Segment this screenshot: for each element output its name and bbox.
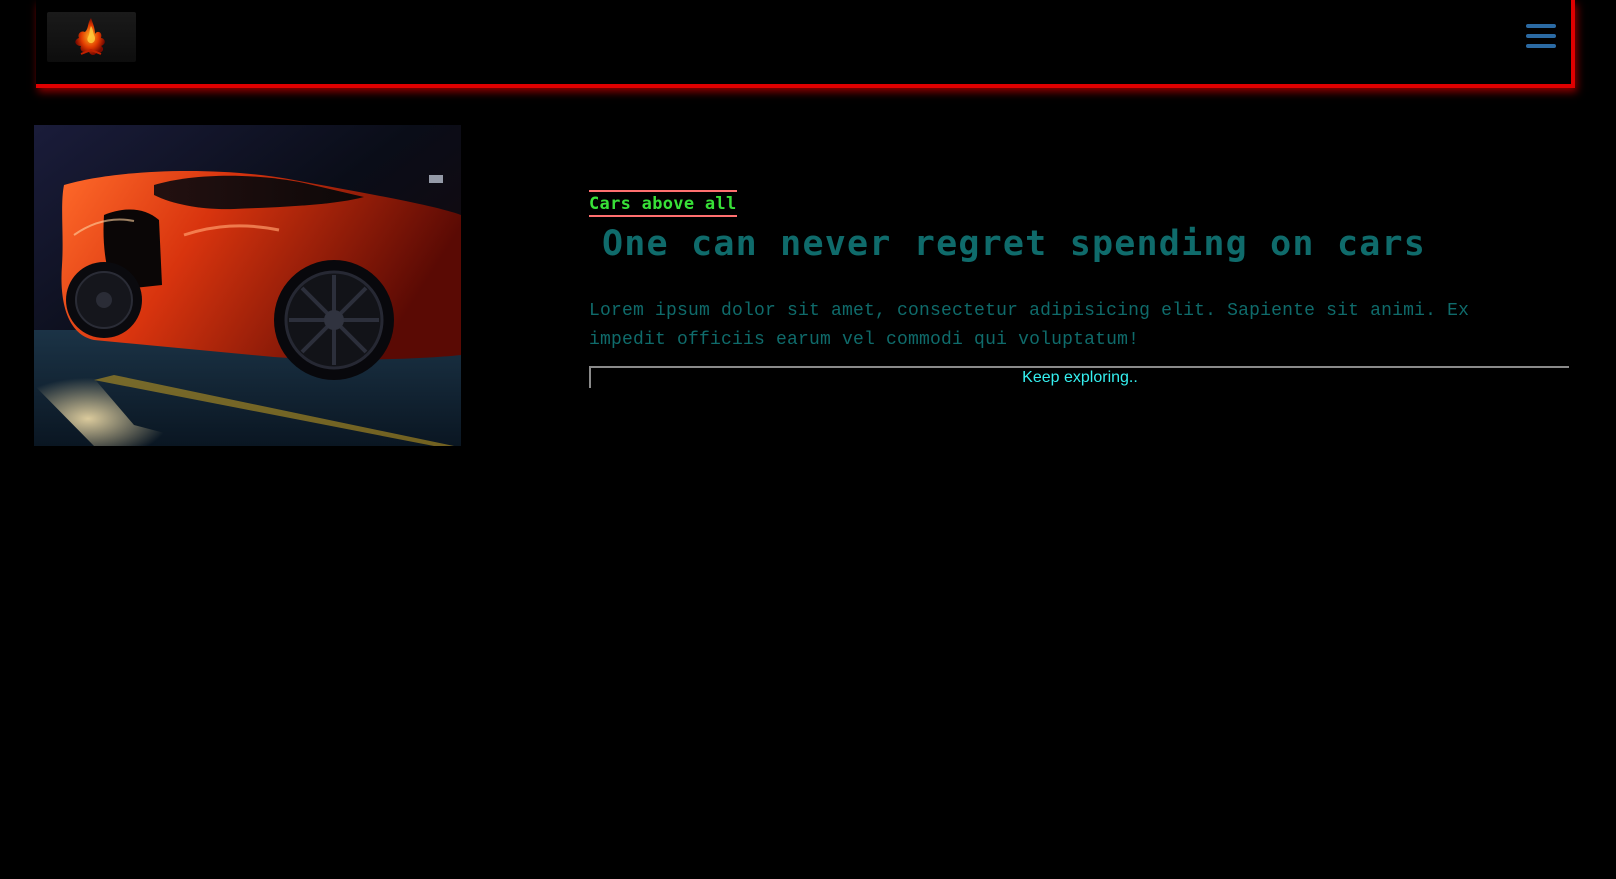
hamburger-menu-button[interactable] bbox=[1526, 24, 1558, 52]
phoenix-logo-icon bbox=[75, 18, 105, 55]
page-title: One can never regret spending on cars bbox=[602, 224, 1427, 264]
red-sports-car-photo bbox=[34, 125, 461, 446]
tagline: Cars above all bbox=[589, 190, 737, 217]
site-header bbox=[36, 0, 1575, 88]
hero-car-image bbox=[34, 125, 461, 446]
hamburger-menu-icon bbox=[1526, 24, 1556, 28]
intro-paragraph: Lorem ipsum dolor sit amet, consectetur … bbox=[589, 301, 1470, 350]
keep-exploring-button[interactable]: Keep exploring.. bbox=[589, 366, 1569, 388]
logo[interactable] bbox=[47, 12, 136, 62]
